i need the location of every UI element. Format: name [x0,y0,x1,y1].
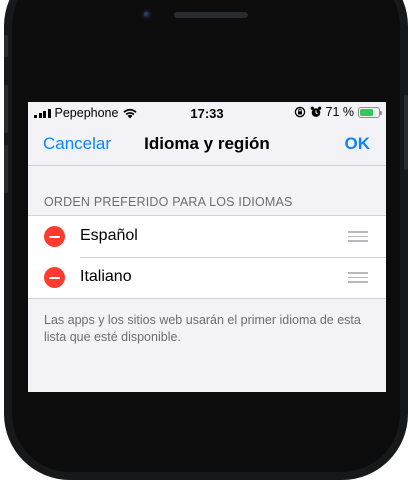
ok-button[interactable]: OK [345,134,371,154]
language-list: Español Italiano [28,215,386,299]
mute-switch [4,35,8,57]
power-button [404,95,408,170]
list-item-language[interactable]: Español [28,216,386,257]
reorder-handle-icon[interactable] [348,231,368,242]
nav-divider [28,165,386,166]
language-label: Italiano [80,268,132,285]
delete-minus-icon[interactable] [44,226,65,247]
delete-minus-icon[interactable] [44,267,65,288]
front-camera-icon [141,9,152,20]
reorder-handle-icon[interactable] [348,272,368,283]
status-bar: Pepephone 17:33 71 % [28,102,386,124]
navigation-bar: Cancelar Idioma y región OK [28,124,386,164]
footer-note: Las apps y los sitios web usarán el prim… [44,313,361,344]
page-title: Idioma y región [144,134,270,153]
volume-up-button [4,85,8,133]
orientation-lock-icon [294,106,305,118]
section-header: ORDEN PREFERIDO PARA LOS IDIOMAS [44,195,293,209]
battery-percent: 71 % [325,105,355,119]
battery-fill [360,108,373,116]
battery-charging-icon [358,106,382,118]
alarm-icon [310,106,321,117]
phone-screen: Pepephone 17:33 71 % Cancelar Idioma y r… [28,102,386,392]
list-item-language[interactable]: Italiano [28,257,386,298]
language-label: Español [80,227,138,244]
earpiece-speaker [174,12,248,18]
volume-down-button [4,145,8,193]
